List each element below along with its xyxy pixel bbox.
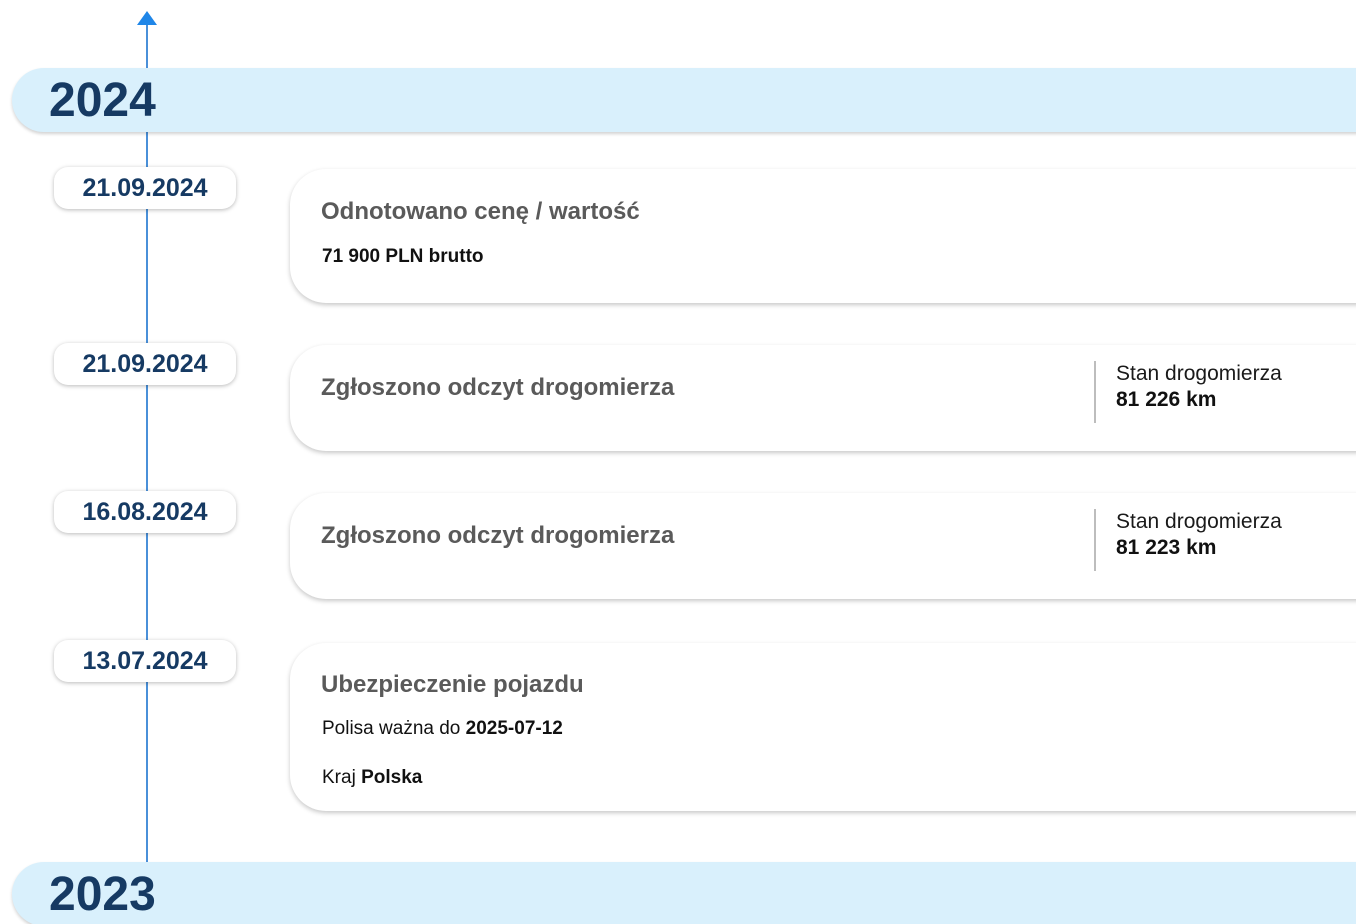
event-card-odometer: Zgłoszono odczyt drogomierza Stan drogom…	[290, 493, 1356, 599]
event-title: Zgłoszono odczyt drogomierza	[321, 374, 675, 401]
odometer-reading: Stan drogomierza 81 223 km	[1094, 509, 1282, 571]
arrow-up-icon	[137, 11, 157, 25]
year-header-2024: 2024	[12, 68, 1356, 132]
vehicle-history-timeline: 2024 21.09.2024 Odnotowano cenę / wartoś…	[0, 0, 1356, 924]
event-date: 21.09.2024	[54, 167, 236, 209]
odometer-label: Stan drogomierza	[1116, 362, 1282, 385]
event-date: 16.08.2024	[54, 491, 236, 533]
odometer-value: 81 226 km	[1116, 388, 1217, 411]
year-header-2023: 2023	[12, 862, 1356, 924]
price-value: 71 900 PLN brutto	[322, 246, 484, 267]
year-label: 2023	[49, 867, 156, 921]
odometer-value: 81 223 km	[1116, 536, 1217, 559]
event-title: Odnotowano cenę / wartość	[321, 198, 640, 225]
odometer-label: Stan drogomierza	[1116, 510, 1282, 533]
odometer-reading: Stan drogomierza 81 226 km	[1094, 361, 1282, 423]
event-title: Zgłoszono odczyt drogomierza	[321, 522, 675, 549]
event-date: 13.07.2024	[54, 640, 236, 682]
event-card-odometer: Zgłoszono odczyt drogomierza Stan drogom…	[290, 345, 1356, 451]
timeline-line	[146, 22, 148, 862]
policy-country: Kraj Polska	[322, 767, 423, 788]
event-card-price: Odnotowano cenę / wartość 71 900 PLN bru…	[290, 169, 1356, 303]
year-label: 2024	[49, 73, 156, 127]
event-card-insurance: Ubezpieczenie pojazdu Polisa ważna do 20…	[290, 643, 1356, 811]
event-title: Ubezpieczenie pojazdu	[321, 671, 584, 698]
event-date: 21.09.2024	[54, 343, 236, 385]
policy-valid-until: Polisa ważna do 2025-07-12	[322, 718, 563, 739]
